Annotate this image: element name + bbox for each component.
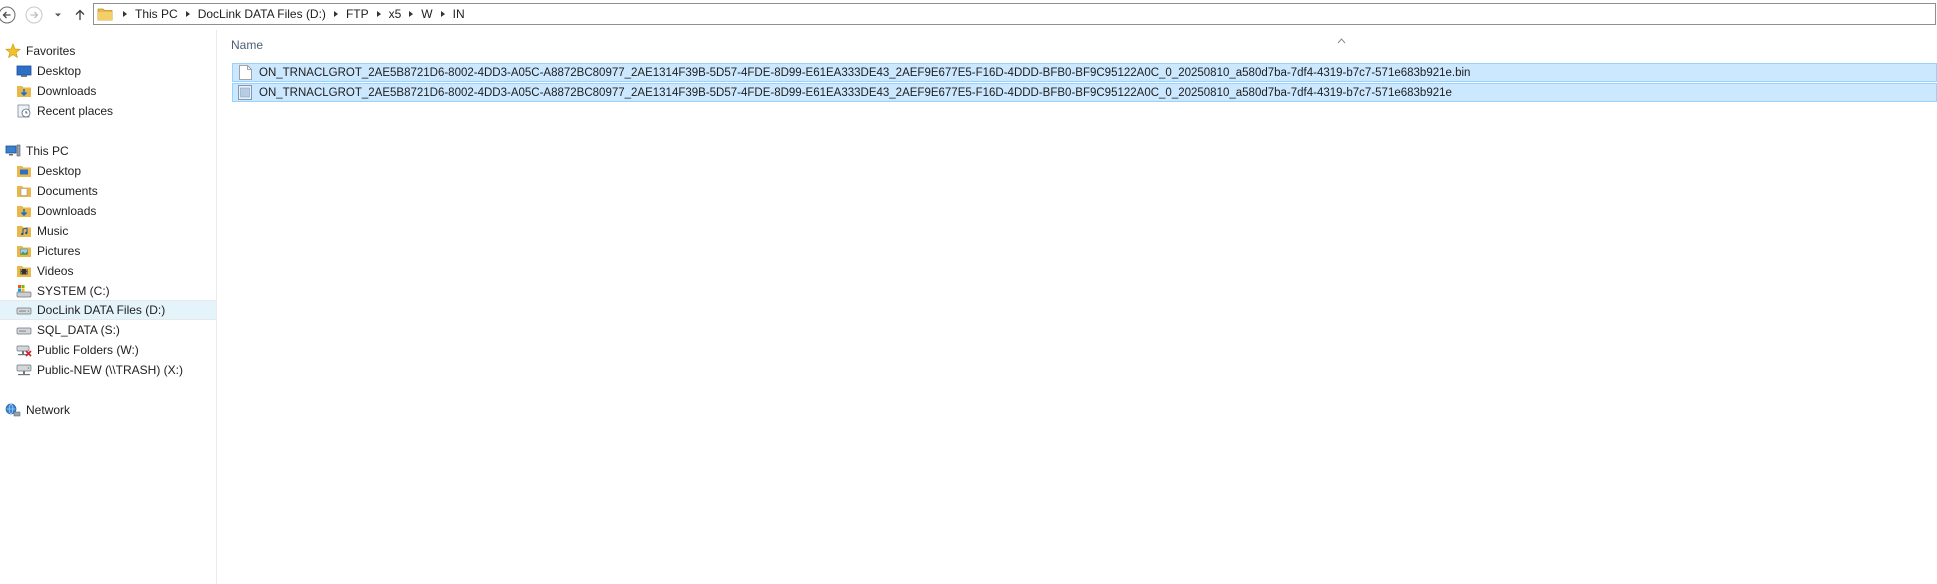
breadcrumb-arrow-icon[interactable]	[178, 4, 198, 24]
nav-label: Music	[37, 224, 69, 238]
file-list: Name ON_TRNACLGROT_2AE5B8721D6-8002-4DD3…	[217, 30, 1937, 584]
system-drive-icon	[16, 283, 32, 299]
music-icon	[16, 223, 32, 239]
nav-favorites-desktop[interactable]: Desktop	[0, 61, 216, 81]
disconnected-network-drive-icon	[16, 342, 32, 358]
nav-label: DocLink DATA Files (D:)	[37, 303, 166, 317]
breadcrumb-label: FTP	[345, 7, 369, 21]
star-icon	[5, 43, 21, 59]
breadcrumb-arrow-icon[interactable]	[369, 4, 389, 24]
nav-favorites-recent-places[interactable]: Recent places	[0, 101, 216, 121]
videos-icon	[16, 263, 32, 279]
breadcrumb-doclink-drive[interactable]: DocLink DATA Files (D:)	[198, 4, 326, 24]
blank-file-icon	[237, 65, 253, 81]
network-drive-icon	[16, 362, 32, 378]
breadcrumb-arrow-icon[interactable]	[433, 4, 453, 24]
pictures-icon	[16, 243, 32, 259]
nav-this-pc-public-folders[interactable]: Public Folders (W:)	[0, 340, 216, 360]
nav-this-pc-system-c[interactable]: SYSTEM (C:)	[0, 281, 216, 301]
nav-favorites-downloads[interactable]: Downloads	[0, 81, 216, 101]
breadcrumb-label: IN	[452, 7, 465, 21]
generic-file-icon	[237, 85, 253, 101]
breadcrumb-in[interactable]: IN	[453, 4, 465, 24]
sort-ascending-icon	[1337, 33, 1346, 47]
breadcrumb-label: x5	[388, 7, 402, 21]
file-row[interactable]: ON_TRNACLGROT_2AE5B8721D6-8002-4DD3-A05C…	[232, 83, 1937, 102]
nav-label: Desktop	[37, 64, 82, 78]
address-bar[interactable]: This PC DocLink DATA Files (D:) FTP x5 W	[93, 3, 1936, 25]
recent-places-icon	[16, 103, 32, 119]
nav-label: Network	[26, 403, 71, 417]
nav-this-pc-sql-data[interactable]: SQL_DATA (S:)	[0, 320, 216, 340]
column-header-name[interactable]: Name	[231, 38, 263, 52]
nav-this-pc[interactable]: This PC	[0, 141, 216, 161]
nav-this-pc-videos[interactable]: Videos	[0, 261, 216, 281]
breadcrumb-arrow-icon[interactable]	[326, 4, 346, 24]
nav-label: Public Folders (W:)	[37, 343, 139, 357]
nav-label: Pictures	[37, 244, 81, 258]
breadcrumb-label: DocLink DATA Files (D:)	[197, 7, 326, 21]
breadcrumb-arrow-icon[interactable]	[401, 4, 421, 24]
nav-label: SYSTEM (C:)	[37, 284, 110, 298]
file-name: ON_TRNACLGROT_2AE5B8721D6-8002-4DD3-A05C…	[259, 66, 1471, 79]
desktop-icon	[16, 163, 32, 179]
navigation-bar: This PC DocLink DATA Files (D:) FTP x5 W	[0, 0, 1937, 30]
nav-label: Videos	[37, 264, 74, 278]
nav-favorites[interactable]: Favorites	[0, 41, 216, 61]
nav-this-pc-public-new[interactable]: Public-NEW (\\TRASH) (X:)	[0, 360, 216, 380]
back-button[interactable]	[0, 6, 16, 24]
computer-icon	[5, 143, 21, 159]
breadcrumb-ftp[interactable]: FTP	[346, 4, 369, 24]
forward-button[interactable]	[25, 6, 43, 24]
nav-label: Public-NEW (\\TRASH) (X:)	[37, 363, 184, 377]
nav-label: Desktop	[37, 164, 82, 178]
nav-label: This PC	[26, 144, 69, 158]
nav-label: SQL_DATA (S:)	[37, 323, 120, 337]
nav-label: Documents	[37, 184, 98, 198]
nav-label: Downloads	[37, 204, 97, 218]
breadcrumb-this-pc[interactable]: This PC	[135, 4, 178, 24]
desktop-icon	[16, 63, 32, 79]
up-arrow-icon	[75, 9, 85, 20]
nav-label: Downloads	[37, 84, 97, 98]
breadcrumb-label: W	[421, 7, 433, 21]
documents-icon	[16, 183, 32, 199]
chevron-down-icon	[55, 13, 61, 17]
nav-this-pc-pictures[interactable]: Pictures	[0, 241, 216, 261]
network-icon	[5, 402, 21, 418]
file-row[interactable]: ON_TRNACLGROT_2AE5B8721D6-8002-4DD3-A05C…	[232, 63, 1937, 82]
breadcrumb-x5[interactable]: x5	[389, 4, 402, 24]
navigation-pane: Favorites Desktop Downloads Recent place…	[0, 30, 217, 584]
downloads-icon	[16, 203, 32, 219]
forward-arrow-icon	[25, 6, 43, 24]
file-name: ON_TRNACLGROT_2AE5B8721D6-8002-4DD3-A05C…	[259, 86, 1452, 99]
nav-this-pc-music[interactable]: Music	[0, 221, 216, 241]
breadcrumb-arrow-icon[interactable]	[115, 4, 135, 24]
nav-label: Recent places	[37, 104, 114, 118]
nav-network[interactable]: Network	[0, 400, 216, 420]
breadcrumb-label: This PC	[135, 7, 178, 21]
folder-icon	[95, 4, 115, 24]
downloads-icon	[16, 83, 32, 99]
nav-this-pc-doclink-drive[interactable]: DocLink DATA Files (D:)	[0, 300, 216, 320]
back-arrow-icon	[0, 6, 16, 24]
up-button[interactable]	[71, 6, 89, 24]
breadcrumb-w[interactable]: W	[421, 4, 432, 24]
nav-label: Favorites	[26, 44, 76, 58]
nav-this-pc-documents[interactable]: Documents	[0, 181, 216, 201]
drive-icon	[16, 302, 32, 318]
nav-this-pc-desktop[interactable]: Desktop	[0, 161, 216, 181]
nav-this-pc-downloads[interactable]: Downloads	[0, 201, 216, 221]
drive-icon	[16, 322, 32, 338]
recent-locations-button[interactable]	[49, 6, 67, 24]
